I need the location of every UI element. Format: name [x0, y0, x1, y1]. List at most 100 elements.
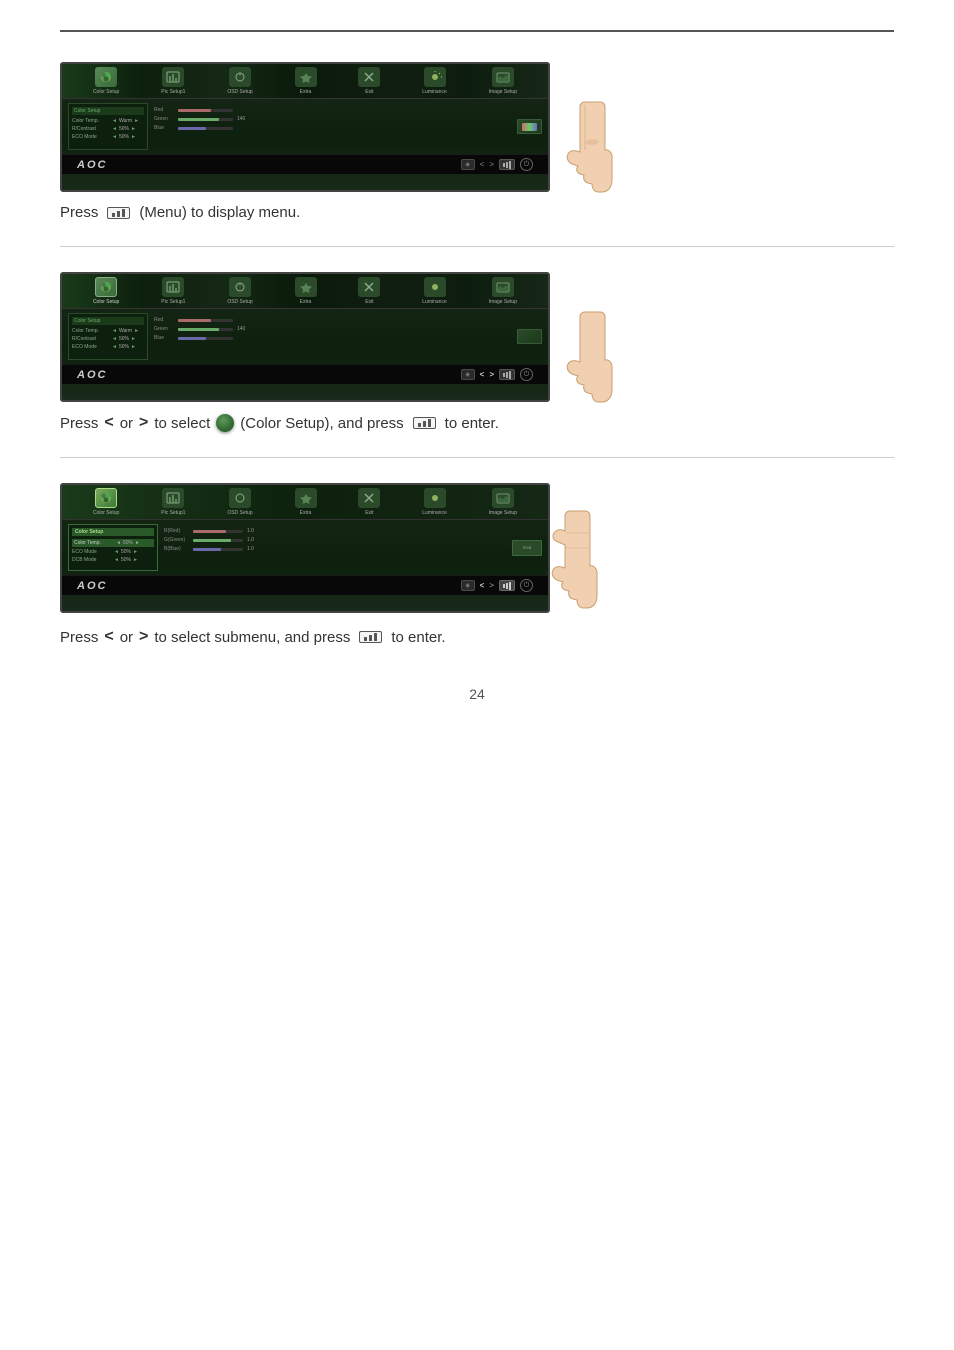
instr3-text1: Press	[60, 629, 98, 646]
hand-cursor-1	[540, 92, 630, 222]
menu-item-imagesetup-3: Image Setup	[489, 488, 517, 516]
bottom-buttons-2: ◈ < > ⏻	[461, 368, 533, 381]
bar1-2	[418, 423, 421, 427]
bar-row-green-3: G(Green) 1.0	[164, 537, 506, 543]
monitor-bottom-3: AOC ◈ < > ⏻	[62, 575, 548, 595]
monitor-submenu-row-1: Color Temp. ◄ 50% ►	[72, 539, 154, 547]
btn-power-1: ⏻	[520, 158, 533, 171]
menu-label-osd-3: OSD Setup	[227, 510, 252, 516]
monitor-top-bar-3: Color Setup Pic Setup1 OSD Setup	[62, 485, 548, 520]
monitor-top-bar-1: Color Setup Pic Setup1 OSD S	[62, 64, 548, 99]
color-dot-container	[216, 414, 234, 432]
top-divider	[60, 30, 894, 32]
hand-cursor-3	[530, 503, 620, 636]
btn-left-2: <	[480, 370, 485, 379]
monitor-submenu-row-3: DCB Mode ◄ 50% ►	[72, 557, 154, 563]
monitor-left-1: Color Setup Color Temp. ◄ Warm ► R/Contr…	[68, 103, 148, 150]
monitor-right-2: Red Green 140 Blue	[154, 313, 511, 360]
btn-left: <	[480, 160, 485, 169]
menu-item-imagesetup: Image Setup	[489, 67, 517, 95]
menu-item-extra: Extra	[295, 67, 317, 95]
menu-label-imagesetup-2: Image Setup	[489, 299, 517, 305]
hand-svg-1	[540, 92, 630, 212]
menu-label-exit-2: Exit	[365, 299, 373, 305]
bar-row-blue-2: Blue	[154, 335, 511, 341]
menu-bars-2	[418, 419, 431, 427]
btn-menu-3	[499, 580, 515, 591]
menu-label-exit-3: Exit	[365, 510, 373, 516]
monitor-screenshot-3: Color Setup Pic Setup1 OSD Setup	[60, 483, 550, 613]
btn-right: >	[489, 160, 494, 169]
menu-btn-icon-1	[107, 207, 130, 219]
monitor-bottom-2: AOC ◈ < > ⏻	[62, 364, 548, 384]
menu-label-extra-3: Extra	[300, 510, 312, 516]
instr3-or1: or	[120, 629, 133, 646]
menu-label-luminance-3: Luminance	[422, 510, 446, 516]
thumb-icons	[517, 103, 542, 150]
monitor-bottom-1: AOC ◈ < > ⏻	[62, 154, 548, 174]
menu-item-osd-3: OSD Setup	[227, 488, 252, 516]
instruction-2: Press < or > to select (Color Setup), an…	[60, 414, 894, 432]
menu-item-pic: Pic Setup1	[161, 67, 185, 95]
monitor-row-2c: ECO Mode ◄ 50% ►	[72, 344, 144, 350]
instruction-3: Press < or > to select submenu, and pres…	[60, 628, 894, 646]
monitor-row-1: Color Temp. ◄ Warm ►	[72, 118, 144, 124]
monitor-submenu-row-2: ECO Mode ◄ 50% ►	[72, 549, 154, 555]
menu-item-luminance-3: Luminance	[422, 488, 446, 516]
monitor-screenshot-1: Color Setup Pic Setup1 OSD S	[60, 62, 550, 192]
instr3-text2: to select submenu, and press	[154, 629, 350, 646]
bar-row-red-3: R(Red) 1.0	[164, 528, 506, 534]
menu-item-luminance: Luminance	[422, 67, 446, 95]
monitor-content-2: Color Setup Color Temp. ◄ Warm ► R/Contr…	[62, 309, 548, 364]
chevron-right-2: >	[139, 414, 148, 432]
chevron-left-3: <	[104, 628, 113, 646]
section-2: Color Setup Pic Setup1 OSD Setup	[60, 272, 894, 432]
aoc-logo-2: AOC	[77, 369, 107, 381]
menu-label-exit: Exit	[365, 89, 373, 95]
instruction-1: Press (Menu) to display menu.	[60, 204, 894, 221]
menu-label-extra: Extra	[300, 89, 312, 95]
bar-row-blue: Blue	[154, 125, 511, 131]
btn-right-2: >	[489, 370, 494, 379]
btn-left-3: <	[480, 581, 485, 590]
menu-item-color-3: Color Setup	[93, 488, 119, 516]
bar3-3	[374, 633, 377, 641]
instr2-text1: Press	[60, 415, 98, 432]
monitor-row-2: R/Contrast ◄ 50% ►	[72, 126, 144, 132]
hand-svg-3	[530, 503, 620, 633]
monitor-screenshot-2: Color Setup Pic Setup1 OSD Setup	[60, 272, 550, 402]
divider-1	[60, 246, 894, 247]
monitor-right-1: Red Green 140 Blue	[154, 103, 511, 150]
instr2-text3: (Color Setup), and press	[240, 415, 403, 432]
menu-item-extra-2: Extra	[295, 277, 317, 305]
page-container: Color Setup Pic Setup1 OSD S	[0, 0, 954, 1350]
bar-row-blue-3: B(Blue) 1.0	[164, 546, 506, 552]
bar1	[112, 213, 115, 217]
thumb-icons-2	[517, 313, 542, 360]
btn-menu-2	[499, 369, 515, 380]
menu-item-exit-2: Exit	[358, 277, 380, 305]
hand-svg-2	[540, 302, 630, 422]
menu-bars-3	[364, 633, 377, 641]
section-3: Color Setup Pic Setup1 OSD Setup	[60, 483, 894, 646]
menu-bars-1	[112, 209, 125, 217]
chevron-left-2: <	[104, 414, 113, 432]
monitor-left-title: Color Setup	[72, 107, 144, 115]
menu-item-color: Color Setup	[93, 67, 119, 95]
instr2-or1: or	[120, 415, 133, 432]
monitor-content-3: Color Setup Color Temp. ◄ 50% ► ECO Mode…	[62, 520, 548, 575]
menu-btn-icon-3	[359, 631, 382, 643]
monitor-left-3: Color Setup Color Temp. ◄ 50% ► ECO Mode…	[68, 524, 158, 571]
monitor-top-bar-2: Color Setup Pic Setup1 OSD Setup	[62, 274, 548, 309]
monitor-wrapper-3: Color Setup Pic Setup1 OSD Setup	[60, 483, 660, 616]
instr2-text2: to select	[154, 415, 210, 432]
bar2	[117, 211, 120, 217]
monitor-row-2b: R/Contrast ◄ 50% ►	[72, 336, 144, 342]
section-1: Color Setup Pic Setup1 OSD S	[60, 62, 894, 221]
monitor-left-title-2: Color Setup	[72, 317, 144, 325]
bar2-3	[369, 635, 372, 641]
bottom-buttons-1: ◈ < > ⏻	[461, 158, 533, 171]
menu-btn-icon-2	[413, 417, 436, 429]
bar-row-green-2: Green 140	[154, 326, 511, 332]
instr1-text1: Press	[60, 204, 98, 221]
